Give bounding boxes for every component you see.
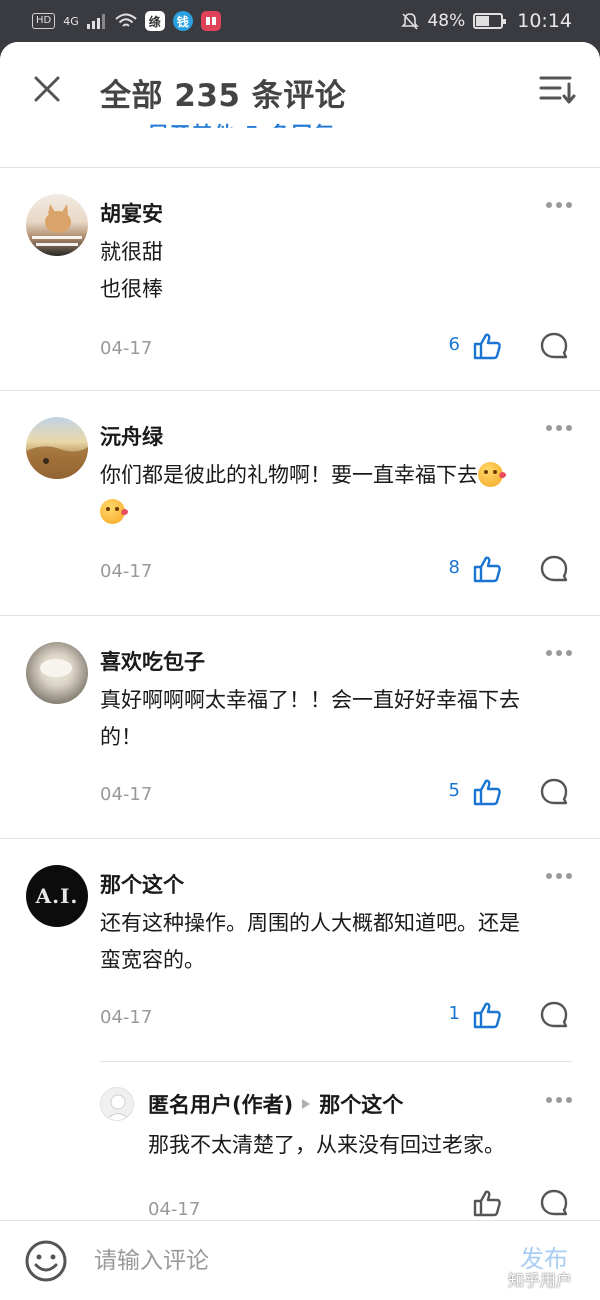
avatar-logo-text: A.I. <box>35 884 79 908</box>
comment-text: 你们都是彼此的礼物啊！要一直幸福下去 <box>100 457 575 531</box>
network-type: 4G <box>63 14 79 28</box>
anonymous-avatar[interactable] <box>100 1087 134 1121</box>
reply-divider <box>100 1061 572 1062</box>
cat-icon <box>32 204 82 246</box>
reply-username[interactable]: 匿名用户(作者) <box>148 1089 293 1119</box>
reply-header: 匿名用户(作者) 那个这个 <box>148 1089 403 1119</box>
reply-bubble-icon[interactable] <box>540 332 568 360</box>
comment-item: 沅舟绿 你们都是彼此的礼物啊！要一直幸福下去 04-17 8 <box>0 391 600 615</box>
reply-arrow-icon <box>302 1099 311 1109</box>
alipay-notification-icon: 钱 <box>172 11 193 31</box>
watermark-text: 知乎用户 <box>508 1271 573 1290</box>
comment-text: 还有这种操作。周围的人大概都知道吧。还是 蛮宽容的。 <box>100 905 575 979</box>
comment-date: 04-17 <box>100 338 153 359</box>
battery-percent: 48% <box>427 11 466 31</box>
reply-bubble-icon[interactable] <box>540 1001 568 1029</box>
status-left: HD 4G 绦 钱 <box>32 11 221 31</box>
more-icon[interactable] <box>544 421 574 435</box>
dog-photo-avatar[interactable] <box>26 642 88 704</box>
dog-icon <box>40 659 72 677</box>
sort-icon[interactable] <box>538 72 576 106</box>
comment-date: 04-17 <box>100 784 153 805</box>
comment-input-bar: 发布 知乎用户 <box>0 1220 600 1300</box>
kiss-emoji-icon <box>478 462 503 487</box>
like-count: 5 <box>448 780 460 801</box>
anonymous-user-icon <box>106 1094 130 1120</box>
status-bar: HD 4G 绦 钱 48% 10:14 <box>0 0 600 42</box>
reply-text: 那我不太清楚了，从来没有回过老家。 <box>148 1133 505 1157</box>
battery-icon <box>473 13 507 29</box>
page-title: 全部 235 条评论 <box>100 78 347 114</box>
wifi-icon <box>115 13 137 27</box>
comments-header: 全部 235 条评论 展开其他 5 条回复 <box>0 42 600 168</box>
thumbs-up-icon[interactable] <box>473 1189 501 1217</box>
reply-bubble-icon[interactable] <box>540 1189 568 1217</box>
clock: 10:14 <box>517 10 572 32</box>
comment-line: 真好啊啊啊太幸福了！！会一直好好幸福下去 <box>100 688 520 712</box>
comment-text: 就很甜 也很棒 <box>100 234 575 308</box>
comment-line: 就很甜 <box>100 240 163 264</box>
reply-item: 匿名用户(作者) 那个这个 那我不太清楚了，从来没有回过老家。 04-17 <box>100 1083 600 1223</box>
hd-indicator: HD <box>32 13 56 29</box>
more-icon[interactable] <box>544 198 574 212</box>
more-icon[interactable] <box>544 646 574 660</box>
ai-poster-avatar[interactable]: A.I. <box>26 865 88 927</box>
comment-username[interactable]: 胡宴安 <box>100 198 163 228</box>
cat-photo-avatar[interactable] <box>26 194 88 256</box>
comment-username[interactable]: 那个这个 <box>100 869 184 899</box>
expand-replies-link[interactable]: 展开其他 5 条回复 <box>148 118 336 128</box>
like-count: 6 <box>448 334 460 355</box>
comment-item: 喜欢吃包子 真好啊啊啊太幸福了！！会一直好好幸福下去 的！ 04-17 5 <box>0 616 600 838</box>
mute-bell-icon <box>401 13 420 30</box>
comment-username[interactable]: 沅舟绿 <box>100 421 163 451</box>
more-icon[interactable] <box>544 869 574 883</box>
comment-line: 蛮宽容的。 <box>100 948 205 972</box>
like-count: 1 <box>448 1003 460 1024</box>
more-icon[interactable] <box>544 1093 574 1107</box>
comment-line: 也很棒 <box>100 277 163 301</box>
comment-line: 还有这种操作。周围的人大概都知道吧。还是 <box>100 911 520 935</box>
comment-date: 04-17 <box>100 1007 153 1028</box>
landscape-painting-avatar[interactable] <box>26 417 88 479</box>
reply-bubble-icon[interactable] <box>540 778 568 806</box>
status-right: 48% 10:14 <box>401 10 572 32</box>
reply-bubble-icon[interactable] <box>540 555 568 583</box>
comment-line: 你们都是彼此的礼物啊！要一直幸福下去 <box>100 463 478 487</box>
comment-line: 的！ <box>100 725 142 749</box>
close-icon[interactable] <box>30 72 64 106</box>
comment-item: 胡宴安 就很甜 也很棒 04-17 6 <box>0 168 600 390</box>
comment-item: A.I. 那个这个 还有这种操作。周围的人大概都知道吧。还是 蛮宽容的。 04-… <box>0 839 600 1220</box>
app-notification-icon: 绦 <box>144 11 165 31</box>
reply-date: 04-17 <box>148 1199 201 1220</box>
book-notification-icon <box>200 11 221 31</box>
signal-icon <box>86 14 105 29</box>
comment-username[interactable]: 喜欢吃包子 <box>100 646 205 676</box>
thumbs-up-icon[interactable] <box>473 332 501 360</box>
reply-to-username[interactable]: 那个这个 <box>319 1089 403 1119</box>
thumbs-up-icon[interactable] <box>473 555 501 583</box>
like-count: 8 <box>448 557 460 578</box>
thumbs-up-icon[interactable] <box>473 778 501 806</box>
thumbs-up-icon[interactable] <box>473 1001 501 1029</box>
kiss-emoji-icon <box>100 499 125 524</box>
comments-sheet: 全部 235 条评论 展开其他 5 条回复 胡宴安 就很甜 也很棒 04-17 … <box>0 42 600 1300</box>
comment-date: 04-17 <box>100 561 153 582</box>
comment-input[interactable] <box>94 1241 494 1281</box>
landscape-icon <box>26 446 88 479</box>
emoji-icon[interactable] <box>24 1239 68 1283</box>
comment-text: 真好啊啊啊太幸福了！！会一直好好幸福下去 的！ <box>100 682 575 756</box>
